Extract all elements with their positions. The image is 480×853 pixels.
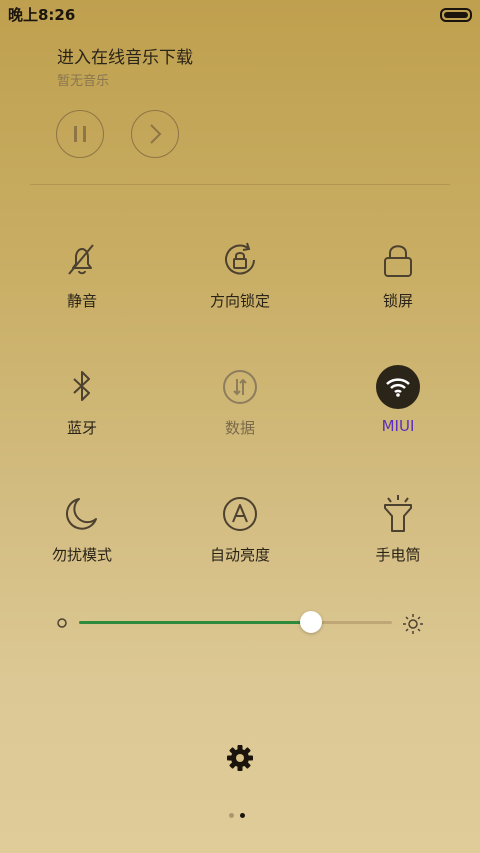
page-indicator [229, 812, 253, 820]
toggle-lock-screen[interactable]: 锁屏 [333, 238, 463, 338]
battery-icon [440, 8, 472, 22]
toggle-rotation-lock[interactable]: 方向锁定 [175, 238, 305, 338]
toggle-label: 静音 [66, 292, 97, 310]
divider [30, 184, 450, 185]
pause-icon [74, 126, 86, 142]
toggle-label: 自动亮度 [209, 546, 270, 564]
moon-icon [66, 498, 97, 530]
wifi-icon [376, 365, 420, 409]
music-subtitle: 暂无音乐 [57, 74, 110, 89]
rotation-lock-icon [225, 242, 255, 275]
gear-icon[interactable] [224, 742, 256, 774]
toggle-label: 勿扰模式 [51, 546, 112, 564]
toggle-label: 锁屏 [382, 292, 413, 310]
toggle-label: 蓝牙 [66, 419, 97, 437]
brightness-slider[interactable] [52, 606, 432, 642]
lock-icon [384, 245, 412, 277]
bluetooth-icon [73, 371, 90, 401]
pause-button[interactable] [56, 110, 104, 158]
chevron-right-icon [150, 124, 162, 144]
toggle-label: MIUI [381, 417, 415, 435]
toggle-mobile-data[interactable]: 数据 [175, 365, 305, 465]
brightness-thumb[interactable] [299, 611, 322, 633]
toggle-label: 数据 [224, 419, 255, 437]
status-bar: 晚上8:26 [0, 0, 480, 28]
toggle-do-not-disturb[interactable]: 勿扰模式 [17, 492, 147, 592]
status-time: 晚上8:26 [8, 6, 76, 24]
toggle-flashlight[interactable]: 手电筒 [333, 492, 463, 592]
toggle-auto-brightness[interactable]: 自动亮度 [175, 492, 305, 592]
toggle-wifi[interactable]: MIUI [333, 365, 463, 465]
brightness-fill [79, 621, 311, 624]
auto-brightness-icon [223, 497, 257, 531]
bell-off-icon [68, 244, 94, 275]
battery-fill [444, 12, 468, 18]
brightness-low-icon [57, 618, 67, 628]
brightness-track[interactable] [79, 621, 392, 624]
toggle-bluetooth[interactable]: 蓝牙 [17, 365, 147, 465]
page-dot [240, 813, 245, 818]
toggle-mute[interactable]: 静音 [17, 238, 147, 338]
toggle-label: 手电筒 [375, 546, 421, 564]
music-title[interactable]: 进入在线音乐下载 [57, 43, 193, 68]
page-dot [229, 813, 234, 818]
next-button[interactable] [131, 110, 179, 158]
brightness-high-icon [403, 614, 423, 634]
mobile-data-icon [223, 370, 257, 404]
flashlight-icon [384, 495, 412, 532]
toggle-label: 方向锁定 [209, 292, 270, 310]
